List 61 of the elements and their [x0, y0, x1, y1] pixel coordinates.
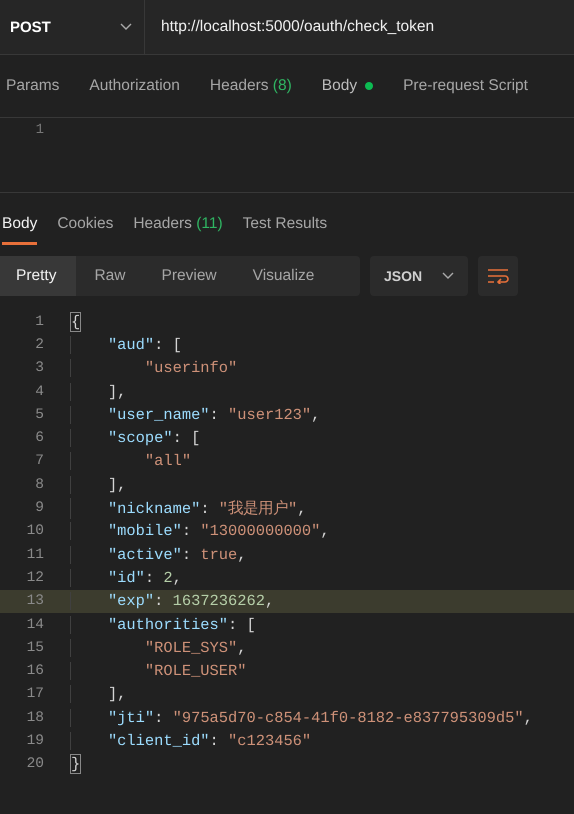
line-number: 15 — [26, 640, 44, 656]
view-mode-tab[interactable]: Visualize — [234, 256, 332, 296]
line-number: 17 — [26, 686, 44, 702]
code-line: "aud": [ — [70, 336, 182, 354]
response-tab[interactable]: Test Results — [242, 205, 328, 245]
code-line: "user_name": "user123", — [70, 406, 320, 424]
chevron-down-icon — [442, 272, 454, 280]
code-line: "nickname": "我是用户", — [70, 498, 307, 519]
request-tab[interactable]: Params — [6, 77, 60, 95]
code-line: "id": 2, — [70, 568, 182, 587]
method-dropdown[interactable]: POST — [0, 0, 145, 54]
wrap-lines-button[interactable] — [478, 256, 518, 296]
response-tab[interactable]: Headers (11) — [133, 205, 223, 245]
view-mode-tab[interactable]: Preview — [144, 256, 235, 296]
line-number: 1 — [34, 314, 44, 330]
request-tab[interactable]: Authorization — [89, 77, 180, 95]
line-number: 20 — [26, 756, 44, 772]
code-line: ], — [70, 685, 126, 704]
code-line: { — [70, 312, 80, 331]
code-line: ], — [70, 382, 126, 401]
line-number: 1 — [34, 122, 44, 138]
line-number: 19 — [26, 732, 44, 749]
code-line: "authorities": [ — [70, 616, 256, 634]
line-number: 11 — [26, 546, 44, 563]
line-number: 3 — [34, 360, 44, 376]
line-number: 18 — [26, 710, 44, 726]
line-number: 5 — [34, 406, 44, 423]
code-line: "mobile": "13000000000", — [70, 522, 330, 540]
url-field[interactable]: http://localhost:5000/oauth/check_token — [145, 0, 574, 54]
line-number: 12 — [26, 570, 44, 586]
request-tab[interactable]: Pre-request Script — [403, 77, 528, 95]
line-number: 7 — [34, 453, 44, 470]
format-dropdown[interactable]: JSON — [370, 256, 468, 296]
wrap-lines-icon — [487, 268, 509, 284]
code-line: "all" — [70, 452, 192, 470]
line-number: 8 — [34, 476, 44, 493]
view-mode-tab[interactable]: Raw — [76, 256, 144, 296]
response-tab[interactable]: Cookies — [57, 205, 114, 245]
code-line: "client_id": "c123456" — [70, 732, 312, 750]
line-number: 13 — [26, 593, 44, 610]
code-line: "jti": "975a5d70-c854-41f0-8182-e837795309d5", — [70, 708, 533, 727]
code-line: "userinfo" — [70, 359, 238, 378]
code-line: } — [70, 755, 80, 774]
code-line: "ROLE_USER" — [70, 662, 246, 680]
code-line: "active": true, — [70, 546, 247, 564]
response-tab[interactable]: Body — [2, 205, 38, 245]
code-line: "scope": [ — [70, 429, 200, 448]
line-number: 4 — [34, 384, 44, 400]
request-tab[interactable]: Body — [322, 77, 374, 95]
line-number: 16 — [26, 663, 44, 680]
line-number: 9 — [34, 500, 44, 516]
code-line: "ROLE_SYS", — [70, 638, 246, 657]
line-number: 14 — [26, 616, 44, 632]
code-line: "exp": 1637236262, — [70, 592, 274, 610]
code-line: ], — [70, 476, 126, 494]
line-number: 10 — [26, 523, 44, 540]
chevron-down-icon — [120, 23, 132, 31]
request-tab[interactable]: Headers (8) — [210, 77, 292, 95]
view-mode-tab[interactable]: Pretty — [0, 256, 76, 296]
line-number: 2 — [34, 336, 44, 353]
line-number: 6 — [34, 430, 44, 446]
